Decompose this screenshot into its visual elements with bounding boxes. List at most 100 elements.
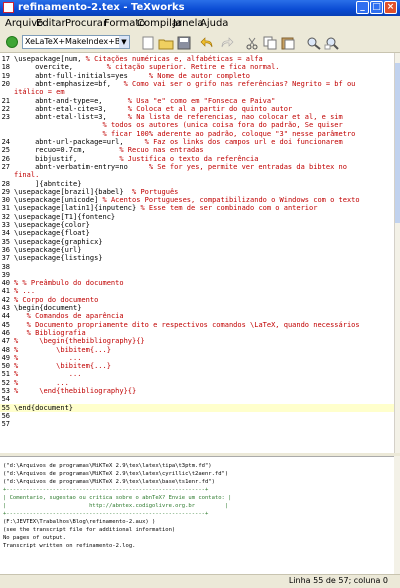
- line-number: 34: [1, 229, 10, 238]
- code-line[interactable]: 56: [0, 412, 394, 420]
- line-content: recuo=0.7cm, % Recuo nas entradas: [14, 146, 204, 154]
- code-text: abnt-verbatim-entry=no: [14, 162, 149, 171]
- line-number: 57: [1, 420, 10, 429]
- code-line[interactable]: 51 % ...: [0, 370, 394, 378]
- close-button[interactable]: ×: [384, 1, 397, 14]
- code-line[interactable]: 57: [0, 420, 394, 428]
- line-number: 50: [1, 362, 10, 371]
- line-content: final.: [14, 171, 39, 179]
- code-line[interactable]: 30 \usepackage[unicode] % Acentos Portugu…: [0, 196, 394, 204]
- code-line[interactable]: 31 \usepackage[latin1]{inputenc} % Esse t…: [0, 204, 394, 212]
- maximize-button[interactable]: □: [370, 1, 383, 14]
- code-line[interactable]: final.: [0, 171, 394, 179]
- save-icon[interactable]: [176, 35, 192, 50]
- code-line[interactable]: 42 % Corpo do documento: [0, 296, 394, 304]
- console-line: +---------------------------------------…: [3, 487, 209, 493]
- line-number: 37: [1, 254, 10, 263]
- code-line[interactable]: 48 % \bibitem{...}: [0, 346, 394, 354]
- code-line[interactable]: 17 \usepackage[num, % Citações numéricas …: [0, 55, 394, 63]
- code-line[interactable]: 29 \usepackage[brazil]{babel} % Português: [0, 188, 394, 196]
- code-line[interactable]: 52 % ...: [0, 379, 394, 387]
- code-line[interactable]: 43 \begin{document}: [0, 304, 394, 312]
- menu-editar[interactable]: Editar: [36, 18, 66, 29]
- code-line[interactable]: 40 % % Preâmbulo do documento: [0, 279, 394, 287]
- code-line[interactable]: 54: [0, 395, 394, 403]
- line-content: % \end{thebibliography}{}: [14, 387, 136, 395]
- cut-icon[interactable]: [244, 35, 260, 50]
- code-line[interactable]: 33 \usepackage{color}: [0, 221, 394, 229]
- code-line[interactable]: 50 % \bibitem{...}: [0, 362, 394, 370]
- code-line[interactable]: 21 abnt-and-type=e, % Usa "e" como em "F…: [0, 97, 394, 105]
- code-text: abnt-and-type=e,: [14, 96, 128, 105]
- line-number: 33: [1, 221, 10, 229]
- code-line[interactable]: 53 % \end{thebibliography}{}: [0, 387, 394, 395]
- console-line: (see the transcript file for additional …: [3, 527, 176, 533]
- code-line[interactable]: % ficar 100% aderente ao padrão, coloque…: [0, 130, 394, 138]
- code-line[interactable]: 47 % \begin{thebibliography}{}: [0, 337, 394, 345]
- comment-text: % Corpo do documento: [14, 295, 99, 304]
- line-number: 51: [1, 370, 10, 379]
- editor-scrollbar[interactable]: [394, 53, 400, 453]
- code-line[interactable]: 25 recuo=0.7cm, % Recuo nas entradas: [0, 146, 394, 154]
- comment-text: % Nome de autor completo: [148, 71, 251, 80]
- code-line[interactable]: 28 ]{abntcite}: [0, 180, 394, 188]
- code-line[interactable]: 45 % Documento propriamente dito e respe…: [0, 321, 394, 329]
- code-line[interactable]: 32 \usepackage[T1]{fontenc}: [0, 213, 394, 221]
- typeset-button[interactable]: [6, 36, 18, 48]
- minimize-button[interactable]: _: [356, 1, 369, 14]
- code-line[interactable]: 18 overcite, % citação superior. Retire …: [0, 63, 394, 71]
- paste-icon[interactable]: [280, 35, 296, 50]
- menu-procurar[interactable]: Procurar: [65, 18, 107, 29]
- menu-janela[interactable]: Janela: [173, 18, 203, 29]
- code-line[interactable]: 41 % ...: [0, 287, 394, 295]
- line-number: 22: [1, 104, 10, 113]
- code-line[interactable]: 36 \usepackage{url}: [0, 246, 394, 254]
- code-line[interactable]: 38: [0, 263, 394, 271]
- code-line[interactable]: 26 bibjustif, % Justifica o texto da ref…: [0, 155, 394, 163]
- console-line: Transcript written on refinamento-2.log.: [3, 543, 136, 549]
- line-number: 56: [1, 411, 10, 420]
- undo-icon[interactable]: [200, 35, 216, 49]
- code-line[interactable]: 37 \usepackage{listings}: [0, 254, 394, 262]
- code-line[interactable]: 27 abnt-verbatim-entry=no % Se for yes, …: [0, 163, 394, 171]
- copy-icon[interactable]: [262, 35, 278, 50]
- code-text: \usepackage[latin1]{inputenc}: [14, 204, 141, 213]
- new-document-icon[interactable]: [140, 35, 156, 50]
- comment-text: % ficar 100% aderente ao padrão, coloque…: [102, 129, 356, 138]
- open-folder-icon[interactable]: [158, 35, 174, 50]
- code-line[interactable]: itálico = em: [0, 88, 394, 96]
- code-line[interactable]: 49 % ...: [0, 354, 394, 362]
- console-scrollbar[interactable]: [394, 456, 400, 574]
- line-content: itálico = em: [14, 88, 65, 96]
- engine-select[interactable]: XeLaTeX+MakeIndex+BibTeX ▼: [22, 35, 130, 49]
- code-line[interactable]: 44 % Comandos de aparência: [0, 312, 394, 320]
- menu-ajuda[interactable]: Ajuda: [200, 18, 228, 29]
- code-line[interactable]: 55 \end{document}: [0, 403, 394, 412]
- code-line[interactable]: 39: [0, 271, 394, 279]
- code-line[interactable]: 19 abnt-full-initials=yes % Nome de auto…: [0, 72, 394, 80]
- line-number: 49: [1, 353, 10, 362]
- code-text: \usepackage{float}: [14, 229, 90, 238]
- code-line[interactable]: 35 \usepackage{graphicx}: [0, 238, 394, 246]
- find-icon[interactable]: [306, 35, 322, 50]
- code-line[interactable]: 20 abnt-emphasize=bf, % Como vai ser o g…: [0, 80, 394, 88]
- code-text: \usepackage{color}: [14, 221, 90, 229]
- code-line[interactable]: 34 \usepackage{float}: [0, 229, 394, 237]
- source-editor[interactable]: 17 \usepackage[num, % Citações numéricas …: [0, 53, 394, 453]
- menu-bar: Arquivo Editar Procurar Formato Compilar…: [0, 16, 400, 32]
- code-line[interactable]: 22 abnt-etal-cite=3, % Coloca et al a pa…: [0, 105, 394, 113]
- redo-icon[interactable]: [218, 35, 234, 49]
- line-number: 54: [1, 395, 10, 404]
- code-text: abnt-etal-cite=3,: [14, 104, 128, 113]
- code-line[interactable]: 23 abnt-etal-list=3, % Na lista de refer…: [0, 113, 394, 121]
- line-number: 35: [1, 237, 10, 246]
- editor-scrollbar-thumb[interactable]: [395, 63, 400, 223]
- code-line[interactable]: % todos os autores (unica coisa fora do …: [0, 121, 394, 129]
- replace-icon[interactable]: [324, 35, 340, 50]
- comment-text: % Faz os links dos campos url e doi func…: [144, 138, 343, 146]
- line-number: 29: [1, 187, 10, 196]
- code-line[interactable]: 24 abnt-url-package=url, % Faz os links …: [0, 138, 394, 146]
- code-line[interactable]: 46 % Bibliografia: [0, 329, 394, 337]
